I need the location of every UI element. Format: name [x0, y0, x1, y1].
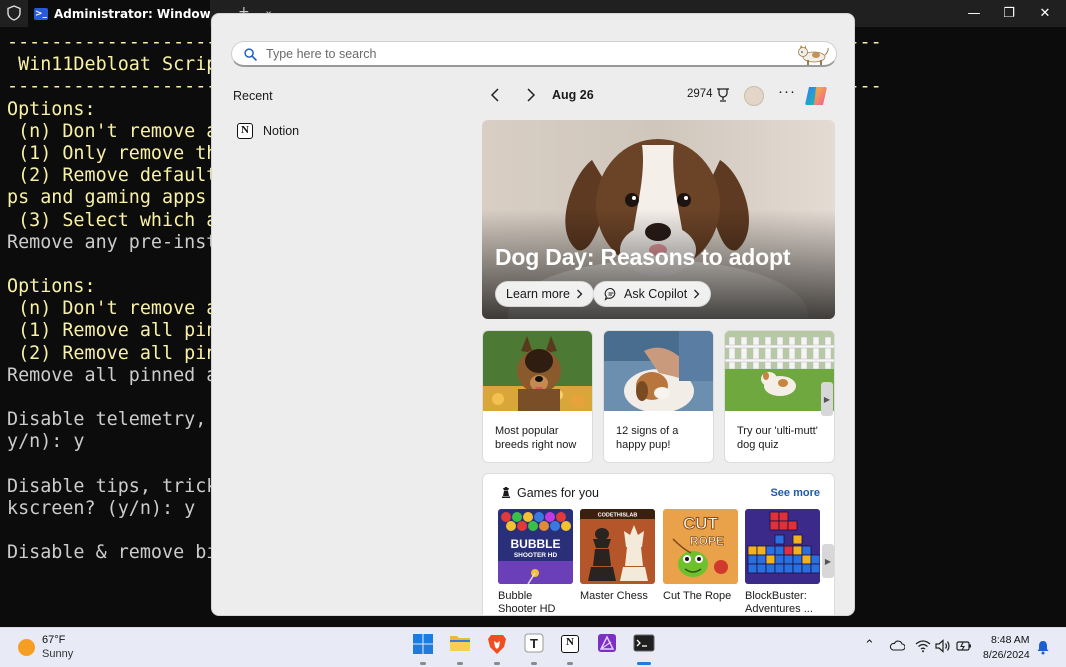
copilot-icon[interactable]: [804, 84, 830, 108]
volume-icon[interactable]: [935, 639, 951, 653]
shield-icon: [7, 5, 21, 21]
tile-text: SHOOTER HD: [514, 552, 558, 559]
feed-card-dog-quiz[interactable]: Try our 'ulti-mutt' dog quiz: [724, 330, 835, 463]
ask-copilot-label: Ask Copilot: [624, 287, 688, 301]
game-label: Master Chess: [580, 590, 648, 602]
hero-card[interactable]: Dog Day: Reasons to adopt Learn more Ask…: [482, 120, 835, 319]
learn-more-label: Learn more: [506, 287, 570, 301]
chevron-right-icon: [694, 289, 700, 299]
tile-text: ROPE: [690, 534, 724, 548]
taskbar: 67°F Sunny T N ⌃ 8:48 AM 8/26/2024: [0, 627, 1066, 667]
german-shepherd-photo: [483, 331, 592, 411]
weather-description: Sunny: [42, 648, 74, 660]
affinity-icon: [598, 634, 616, 652]
rewards-points[interactable]: 2974: [687, 88, 713, 100]
chevron-left-icon[interactable]: [488, 87, 504, 103]
terrier-photo: [725, 331, 834, 411]
wifi-icon[interactable]: [915, 639, 931, 653]
more-options-icon[interactable]: ···: [778, 83, 796, 100]
typora-button[interactable]: T: [520, 633, 548, 665]
start-button[interactable]: [409, 633, 437, 665]
learn-more-button[interactable]: Learn more: [495, 281, 594, 307]
battery-charging-icon[interactable]: [956, 639, 972, 653]
game-master-chess[interactable]: CODETHISLAB Master Chess: [580, 509, 655, 603]
cut-the-rope-tile: CUT ROPE: [663, 509, 738, 584]
blockbuster-tile: [745, 509, 820, 584]
user-avatar[interactable]: [744, 86, 764, 106]
weather-widget[interactable]: 67°F Sunny: [16, 634, 156, 664]
active-indicator: [531, 662, 537, 665]
feed-nav-bar: Aug 26 2974 ···: [482, 83, 838, 108]
start-menu: Recent N Notion Aug 26 2974 ···: [211, 13, 855, 616]
bubble-shooter-tile: BUBBLE SHOOTER HD: [498, 509, 573, 584]
game-cut-the-rope[interactable]: CUT ROPE Cut The Rope: [663, 509, 738, 603]
notion-taskbar-button[interactable]: N: [556, 633, 584, 665]
feed-card-happy-pup[interactable]: 12 signs of a happy pup!: [603, 330, 714, 463]
file-explorer-button[interactable]: [446, 633, 474, 665]
clock-date[interactable]: 8/26/2024: [983, 649, 1030, 661]
active-indicator: [567, 662, 573, 665]
active-indicator: [637, 662, 651, 665]
active-indicator: [420, 662, 426, 665]
rewards-trophy-icon[interactable]: [716, 87, 730, 103]
svg-text:T: T: [530, 636, 538, 651]
games-section: Games for you See more BUBBLE SHOOTER HD: [482, 473, 835, 615]
tile-text: BUBBLE: [511, 537, 561, 551]
chevron-right-icon: [576, 289, 583, 299]
chat-bubble-icon: [604, 287, 616, 301]
active-indicator: [494, 662, 500, 665]
typora-icon: T: [524, 633, 544, 653]
terminal-tab[interactable]: >_ Administrator: Windows Powe: [28, 0, 210, 27]
terminal-tab-title: Administrator: Windows Powe: [54, 6, 210, 21]
games-scroll-right-button[interactable]: ▶: [822, 544, 834, 578]
search-box[interactable]: [231, 41, 837, 67]
terminal-icon: [633, 634, 655, 652]
tile-text: CODETHISLAB: [598, 513, 638, 519]
game-blockbuster[interactable]: BlockBuster: Adventures ...: [745, 509, 820, 615]
game-label: BlockBuster: Adventures ...: [745, 590, 813, 615]
terminal-taskbar-button[interactable]: [630, 633, 658, 665]
feed-date: Aug 26: [552, 88, 594, 102]
tile-text: CUT: [683, 514, 719, 533]
master-chess-tile: CODETHISLAB: [580, 509, 655, 584]
close-button[interactable]: ✕: [1022, 0, 1066, 27]
notion-icon: N: [561, 635, 579, 653]
onedrive-cloud-icon[interactable]: [889, 639, 905, 651]
feed-card-popular-breeds[interactable]: Most popular breeds right now: [482, 330, 593, 463]
chess-piece-icon: [502, 487, 510, 498]
recent-heading: Recent: [233, 89, 273, 103]
feed-card-label: 12 signs of a happy pup!: [616, 425, 679, 451]
see-more-link[interactable]: See more: [770, 487, 820, 499]
hero-title: Dog Day: Reasons to adopt: [495, 244, 791, 270]
affinity-button[interactable]: [593, 633, 621, 663]
game-label: Cut The Rope: [663, 590, 732, 602]
notification-bell-icon[interactable]: [1036, 640, 1050, 655]
feed-card-label: Try our 'ulti-mutt' dog quiz: [737, 425, 818, 451]
sun-icon: [18, 639, 35, 656]
notion-icon: N: [237, 123, 253, 139]
game-label: Bubble Shooter HD: [498, 590, 556, 615]
dog-doodle-icon[interactable]: [794, 42, 832, 66]
weather-temperature: 67°F: [42, 634, 66, 646]
clock-time[interactable]: 8:48 AM: [991, 634, 1030, 646]
brave-browser-button[interactable]: [483, 633, 511, 665]
games-heading: Games for you: [517, 486, 599, 500]
beagle-photo: [604, 331, 713, 411]
game-bubble-shooter[interactable]: BUBBLE SHOOTER HD Bubble Shooter HD: [498, 509, 573, 615]
recent-item-label: Notion: [263, 124, 300, 138]
feed-card-label: Most popular breeds right now: [495, 425, 577, 451]
search-icon: [244, 48, 257, 61]
chevron-right-icon[interactable]: [522, 87, 538, 103]
brave-lion-icon: [488, 635, 506, 654]
search-input[interactable]: [266, 45, 766, 63]
cards-scroll-right-button[interactable]: ▶: [821, 382, 833, 416]
ask-copilot-button[interactable]: Ask Copilot: [593, 281, 712, 307]
recent-item-notion[interactable]: N Notion: [237, 119, 457, 143]
windows-logo-icon: [413, 634, 433, 654]
active-indicator: [457, 662, 463, 665]
powershell-icon: >_: [34, 7, 48, 20]
show-hidden-icons-button[interactable]: ⌃: [864, 637, 875, 653]
folder-icon: [450, 636, 470, 651]
